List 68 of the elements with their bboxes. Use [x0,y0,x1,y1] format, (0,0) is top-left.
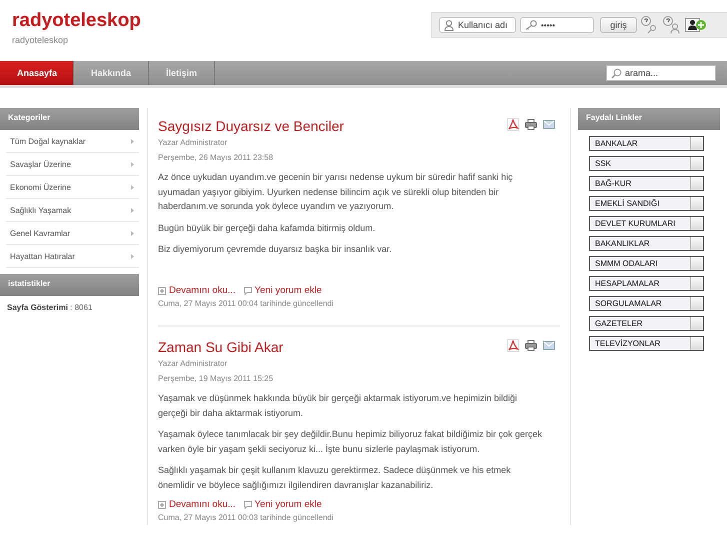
search-field[interactable]: arama... [606,65,716,81]
category-item[interactable]: Ekonomi Üzerine [6,176,139,199]
comment-icon [244,500,252,508]
chevron-icon [131,230,134,236]
add-comment-link[interactable]: Yeni yorum ekle [244,499,322,510]
print-icon[interactable] [525,340,537,351]
login-button[interactable]: giriş [600,17,637,33]
email-icon[interactable] [543,341,555,350]
panel-header: Kategoriler [0,108,139,130]
site-title[interactable]: radyoteleskop [12,10,141,32]
comment-icon [244,286,252,294]
author-text: Yazar Administrator [158,358,228,370]
panel-header: Faydalı Linkler [578,108,720,130]
nav-tab[interactable]: Anasayfa [0,61,74,85]
link-dropdown[interactable]: SMMM ODALARI [589,256,704,271]
password-field[interactable]: ••••• [520,17,594,33]
article-paragraph: Yaşamak ve düşünmek hakkında büyük bir gerçeği aktarmak istiyorum.ve hepimizin bildiği gerçeği bir daha aktarmak istiyorum. [158,392,518,420]
updated-text: Cuma, 27 Mayıs 2011 00:03 tarihinde güncellendi [158,512,335,524]
link-dropdown[interactable]: SORGULAMALAR [589,296,704,311]
username-field[interactable]: Kullanıcı adı [439,17,516,33]
category-item[interactable]: Savaşlar Üzerine [6,153,139,176]
search-icon [611,68,622,79]
print-icon[interactable] [525,119,537,130]
pdf-icon[interactable] [507,339,519,352]
article-title[interactable]: Zaman Su Gibi Akar [158,339,284,356]
link-dropdown[interactable]: SSK [589,156,704,171]
add-comment-link[interactable]: Yeni yorum ekle [244,285,322,296]
chevron-icon [131,254,134,258]
link-dropdown[interactable]: GAZETELER [589,316,704,331]
link-dropdown[interactable]: EMEKLİ SANDIĞI [589,196,704,211]
updated-text: Cuma, 27 Mayıs 2011 00:04 tarihinde güncellendi [158,298,335,310]
add-user-icon[interactable] [685,16,707,34]
chevron-icon [131,162,134,166]
read-more-link[interactable]: Devamını oku... [158,499,236,510]
link-dropdown[interactable]: TELEVİZYONLAR [589,336,704,351]
panel-header: istatistikler [0,274,139,296]
article-paragraph: Biz diyemiyorum çevremde duyarsız başka bir insanlık var. [158,243,393,256]
category-item[interactable]: Hayattan Hatıralar [6,245,139,268]
site-subtitle: radyoteleskop [12,35,70,45]
expand-icon [158,500,166,508]
link-dropdown[interactable]: BAKANLIKLAR [589,236,704,251]
article-paragraph: Sağlıklı yaşamak bir çeşit kullanım klavuzu gerektirmez. Sadece düşünmek ve his etmek önemlidir ve böylece sağlığımızı ilgilendiren davranışlar kazanabiliriz. [158,464,512,492]
email-icon[interactable] [543,120,555,129]
expand-icon [158,286,166,294]
help-key-icon[interactable] [641,16,659,34]
help-user-icon[interactable] [663,16,681,34]
link-dropdown[interactable]: BANKALAR [589,136,704,151]
article-title[interactable]: Saygısız Duyarsız ve Benciler [158,118,344,135]
author-text: Yazar Administrator [158,137,228,149]
chevron-icon [131,208,134,212]
link-dropdown[interactable]: HESAPLAMALAR [589,276,704,291]
category-item[interactable]: Tüm Doğal kaynaklar [6,130,139,153]
date-text: Perşembe, 19 Mayıs 2011 15:25 [158,373,274,385]
article-paragraph: Yaşamak öylece tanımlacak bir şey değildir.Bunu hepimiz biliyoruz fakat bildiğimiz bir çok gerçek varken öyle bir yaşam şekli seciyoruz ki... İşte bunu sizlerle paylaşmak istiyorum. [158,428,543,456]
key-icon [525,20,537,30]
link-dropdown[interactable]: BAĞ-KUR [589,176,704,191]
article-paragraph: Bugün büyük bir gerçeği daha kafamda bitirmiş oldum. [158,222,376,235]
pdf-icon[interactable] [507,118,519,131]
category-item[interactable]: Genel Kavramlar [6,222,139,245]
user-icon [444,20,454,31]
chevron-icon [131,184,134,190]
date-text: Perşembe, 26 Mayıs 2011 23:58 [158,152,274,164]
article-paragraph: Az önce uykudan uyandım.ve gecenin bir yarısı nedense uykum bir süredir hafif sanki hiç uyumadan yaşıyor gibiyim. Uyurken nedense bilincim açık ve sürekli olup bitenden bir haberdanım.ve sorunda yok öylece uyandım ve yazıyorum. [158,171,514,213]
link-dropdown[interactable]: DEVLET KURUMLARI [589,216,704,231]
page-views-text: Sayfa Gösterimi : 8061 [6,302,94,312]
category-item[interactable]: Sağlıklı Yaşamak [6,199,139,222]
read-more-link[interactable]: Devamını oku... [158,285,236,296]
chevron-icon [131,138,134,144]
